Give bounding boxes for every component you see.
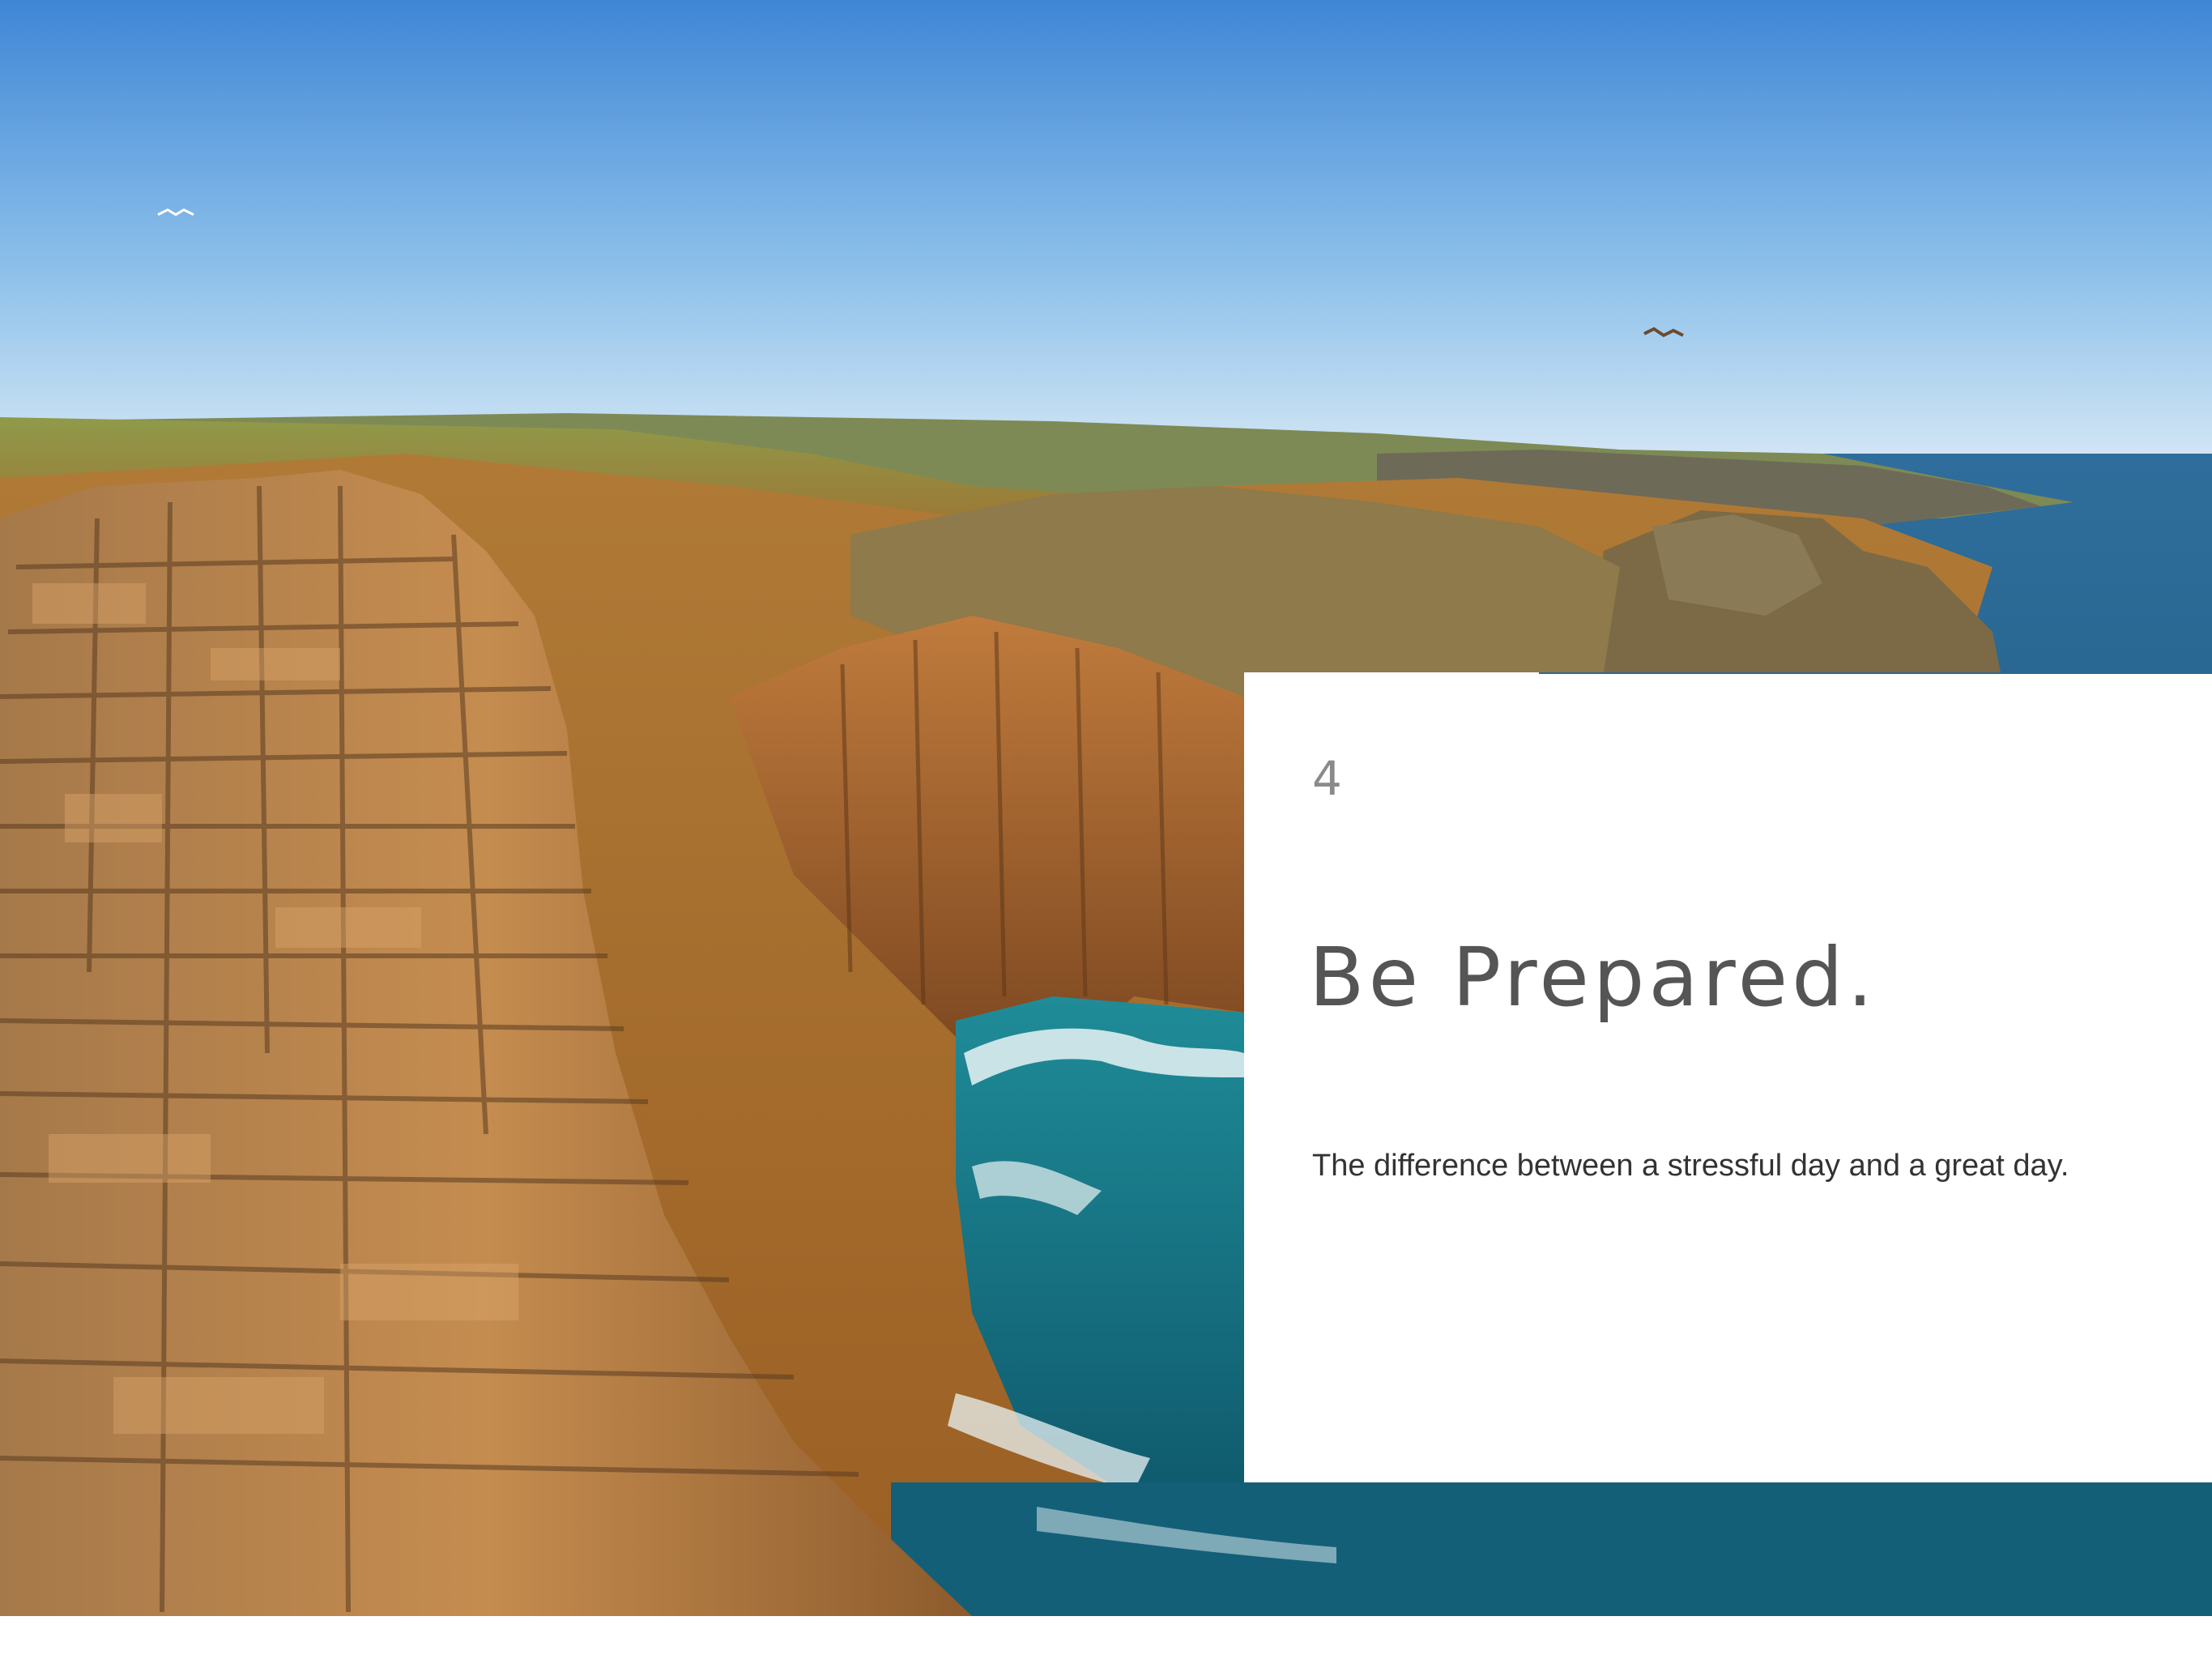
slide-number: 4 xyxy=(1312,751,1343,806)
text-card: 4 Be Prepared. The difference between a … xyxy=(1244,674,2212,1482)
slide-page: 4 Be Prepared. The difference between a … xyxy=(0,0,2212,1659)
slide-body-text: The difference between a stressful day a… xyxy=(1312,1149,2069,1183)
slide-title: Be Prepared. xyxy=(1309,930,1877,1025)
